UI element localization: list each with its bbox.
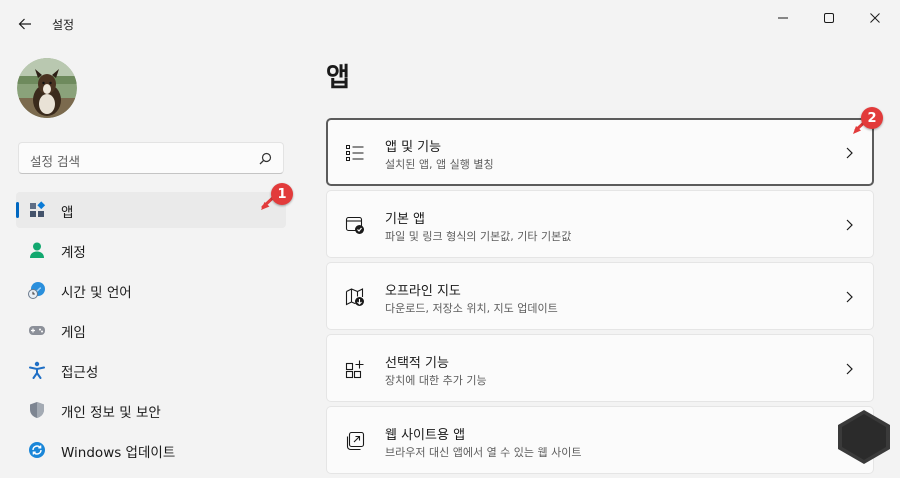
card-subtitle: 파일 및 링크 형식의 기본값, 기타 기본값 <box>385 230 572 243</box>
sidebar-item-privacy-security[interactable]: 개인 정보 및 보안 <box>16 392 286 428</box>
minimize-icon <box>778 17 788 19</box>
close-button[interactable] <box>852 4 898 32</box>
optional-features-icon <box>345 360 364 379</box>
maximize-button[interactable] <box>806 4 852 32</box>
active-indicator <box>16 202 19 218</box>
card-title: 기본 앱 <box>385 212 426 227</box>
chevron-right-icon <box>846 147 853 159</box>
chevron-right-icon <box>846 219 853 231</box>
sidebar-item-accessibility[interactable]: 접근성 <box>16 352 286 388</box>
sidebar-item-label: 개인 정보 및 보안 <box>61 405 161 421</box>
sidebar-item-label: 시간 및 언어 <box>61 285 132 301</box>
update-icon <box>29 442 45 458</box>
card-apps-features[interactable]: 앱 및 기능 설치된 앱, 앱 실행 별칭 <box>326 118 874 186</box>
card-title: 웹 사이트용 앱 <box>385 428 466 443</box>
card-title: 앱 및 기능 <box>385 140 442 155</box>
sidebar-item-label: 앱 <box>61 205 74 221</box>
annotation-badge-2: 2 <box>861 107 883 129</box>
offline-maps-icon <box>345 288 364 306</box>
sidebar-item-label: 접근성 <box>61 365 99 381</box>
sidebar-item-gaming[interactable]: 게임 <box>16 312 286 348</box>
title-bar: 설정 <box>0 0 900 48</box>
card-optional-features[interactable]: 선택적 기능 장치에 대한 추가 기능 <box>326 334 874 402</box>
annotation-badge-1: 1 <box>271 183 293 205</box>
gamepad-icon <box>29 326 45 335</box>
sidebar-item-apps[interactable]: 앱 <box>16 192 286 228</box>
avatar[interactable] <box>17 58 77 118</box>
card-title: 선택적 기능 <box>385 356 449 371</box>
apps-icon <box>30 201 46 217</box>
back-button[interactable] <box>10 10 40 38</box>
hashtag-watermark-logo <box>838 410 890 464</box>
sidebar-item-label: 게임 <box>61 325 86 341</box>
sidebar-item-time-language[interactable]: 시간 및 언어 <box>16 272 286 308</box>
card-default-apps[interactable]: 기본 앱 파일 및 링크 형식의 기본값, 기타 기본값 <box>326 190 874 258</box>
search-icon[interactable] <box>257 151 273 167</box>
apps-features-icon <box>346 145 364 161</box>
accessibility-icon <box>29 361 45 379</box>
settings-search-box[interactable]: 설정 검색 <box>18 142 284 174</box>
time-language-icon <box>28 282 45 299</box>
sidebar-item-accounts[interactable]: 계정 <box>16 232 286 268</box>
account-icon <box>30 242 44 258</box>
default-apps-icon <box>345 216 364 234</box>
sidebar-nav: 앱 계정 시간 및 언어 게임 접근성 개인 정보 및 보안 Windows 업… <box>16 192 286 472</box>
card-offline-maps[interactable]: 오프라인 지도 다운로드, 저장소 위치, 지도 업데이트 <box>326 262 874 330</box>
card-subtitle: 다운로드, 저장소 위치, 지도 업데이트 <box>385 302 558 315</box>
close-icon <box>870 13 880 23</box>
maximize-icon <box>824 13 834 23</box>
card-subtitle: 설치된 앱, 앱 실행 별칭 <box>385 158 494 171</box>
card-apps-for-websites[interactable]: 웹 사이트용 앱 브라우저 대신 앱에서 열 수 있는 웹 사이트 <box>326 406 874 474</box>
back-arrow-icon <box>18 18 31 30</box>
card-subtitle: 장치에 대한 추가 기능 <box>385 374 487 387</box>
chevron-right-icon <box>846 363 853 375</box>
search-placeholder[interactable]: 설정 검색 <box>30 151 80 170</box>
apps-for-websites-icon <box>346 431 365 451</box>
card-title: 오프라인 지도 <box>385 284 461 299</box>
hashtag-watermark <box>836 408 892 466</box>
card-subtitle: 브라우저 대신 앱에서 열 수 있는 웹 사이트 <box>385 446 582 459</box>
sidebar-item-label: Windows 업데이트 <box>61 445 176 461</box>
shield-icon <box>30 402 44 418</box>
sidebar-item-windows-update[interactable]: Windows 업데이트 <box>16 432 286 468</box>
page-title: 앱 <box>326 63 350 93</box>
app-title: 설정 <box>52 18 75 32</box>
sidebar-item-label: 계정 <box>61 245 86 261</box>
minimize-button[interactable] <box>760 4 806 32</box>
profile-photo-dog-icon <box>17 58 77 118</box>
chevron-right-icon <box>846 291 853 303</box>
